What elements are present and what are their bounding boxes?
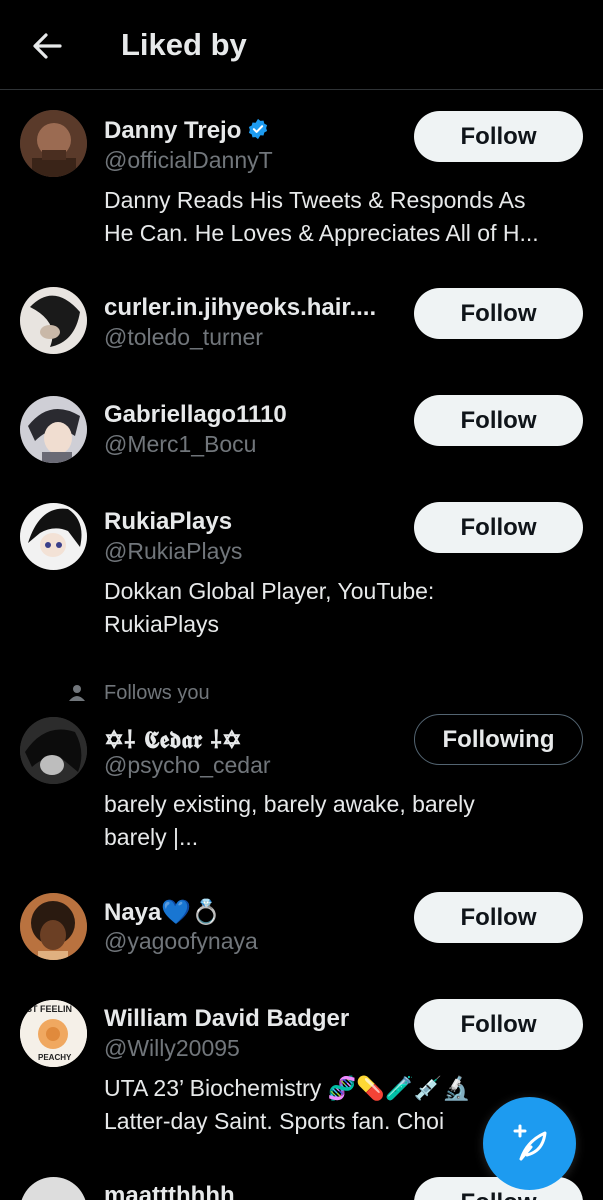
handle: @Willy20095	[104, 1035, 240, 1061]
user-row-rukiaplays[interactable]: RukiaPlays @RukiaPlays Dokkan Global Pla…	[0, 501, 603, 651]
follow-button[interactable]: Follow	[414, 502, 583, 553]
bio: Dokkan Global Player, YouTube: RukiaPlay…	[104, 578, 435, 637]
display-name: William David Badger	[104, 1005, 350, 1032]
avatar[interactable]	[20, 893, 87, 960]
follows-you-label: Follows you	[104, 682, 210, 704]
avatar[interactable]	[20, 287, 87, 354]
back-button[interactable]	[30, 28, 66, 64]
handle: @officialDannyT	[104, 147, 273, 173]
avatar-text-top: ST FEELIN	[26, 1004, 73, 1014]
bio: Danny Reads His Tweets & Responds As He …	[104, 187, 539, 246]
avatar[interactable]	[20, 717, 87, 784]
display-name: Naya💙💍	[104, 899, 222, 926]
user-row-curler[interactable]: curler.in.jihyeoks.hair.... @toledo_turn…	[0, 287, 603, 377]
user-row-psycho-cedar[interactable]: Follows you ✡︎⸸ 𝕮𝖊𝖉𝖆𝖗 ⸸✡︎ @psycho_cedar …	[0, 680, 603, 860]
arrow-left-icon	[33, 33, 62, 59]
display-name: RukiaPlays	[104, 508, 233, 535]
user-row-danny-trejo[interactable]: Danny Trejo @officialDannyT Danny Reads …	[0, 110, 603, 270]
user-row-naya[interactable]: Naya💙💍 @yagoofynaya Follow	[0, 891, 603, 981]
follow-button[interactable]: Follow	[414, 288, 583, 339]
handle: @toledo_turner	[104, 324, 263, 350]
avatar-text-bottom: PEACHY	[38, 1053, 72, 1062]
follow-button[interactable]: Follow	[414, 395, 583, 446]
person-icon	[69, 685, 85, 701]
follow-button[interactable]: Follow	[414, 111, 583, 162]
verified-badge-icon	[247, 118, 269, 147]
display-name: Danny Trejo	[104, 117, 269, 147]
top-bar: Liked by	[0, 0, 603, 90]
handle: @yagoofynaya	[104, 928, 258, 954]
bio: barely existing, barely awake, barely ba…	[104, 791, 475, 850]
compose-feather-icon	[513, 1124, 546, 1160]
follow-button[interactable]: Follow	[414, 892, 583, 943]
avatar[interactable]: ST FEELIN PEACHY	[20, 1000, 87, 1067]
follow-button[interactable]: Follow	[414, 999, 583, 1050]
compose-button[interactable]	[483, 1097, 576, 1190]
avatar[interactable]	[20, 1177, 87, 1200]
display-name: curler.in.jihyeoks.hair....	[104, 294, 377, 321]
display-name: Gabriellago1110	[104, 401, 287, 428]
handle: @psycho_cedar	[104, 752, 271, 778]
avatar[interactable]	[20, 110, 87, 177]
page-title: Liked by	[121, 27, 247, 62]
avatar[interactable]	[20, 503, 87, 570]
handle: @Merc1_Bocu	[104, 431, 257, 457]
user-row-gabriellago[interactable]: Gabriellago1110 @Merc1_Bocu Follow	[0, 394, 603, 484]
handle: @RukiaPlays	[104, 538, 243, 564]
display-name: maattthhhh	[104, 1182, 235, 1200]
following-button[interactable]: Following	[414, 714, 583, 765]
avatar[interactable]	[20, 396, 87, 463]
